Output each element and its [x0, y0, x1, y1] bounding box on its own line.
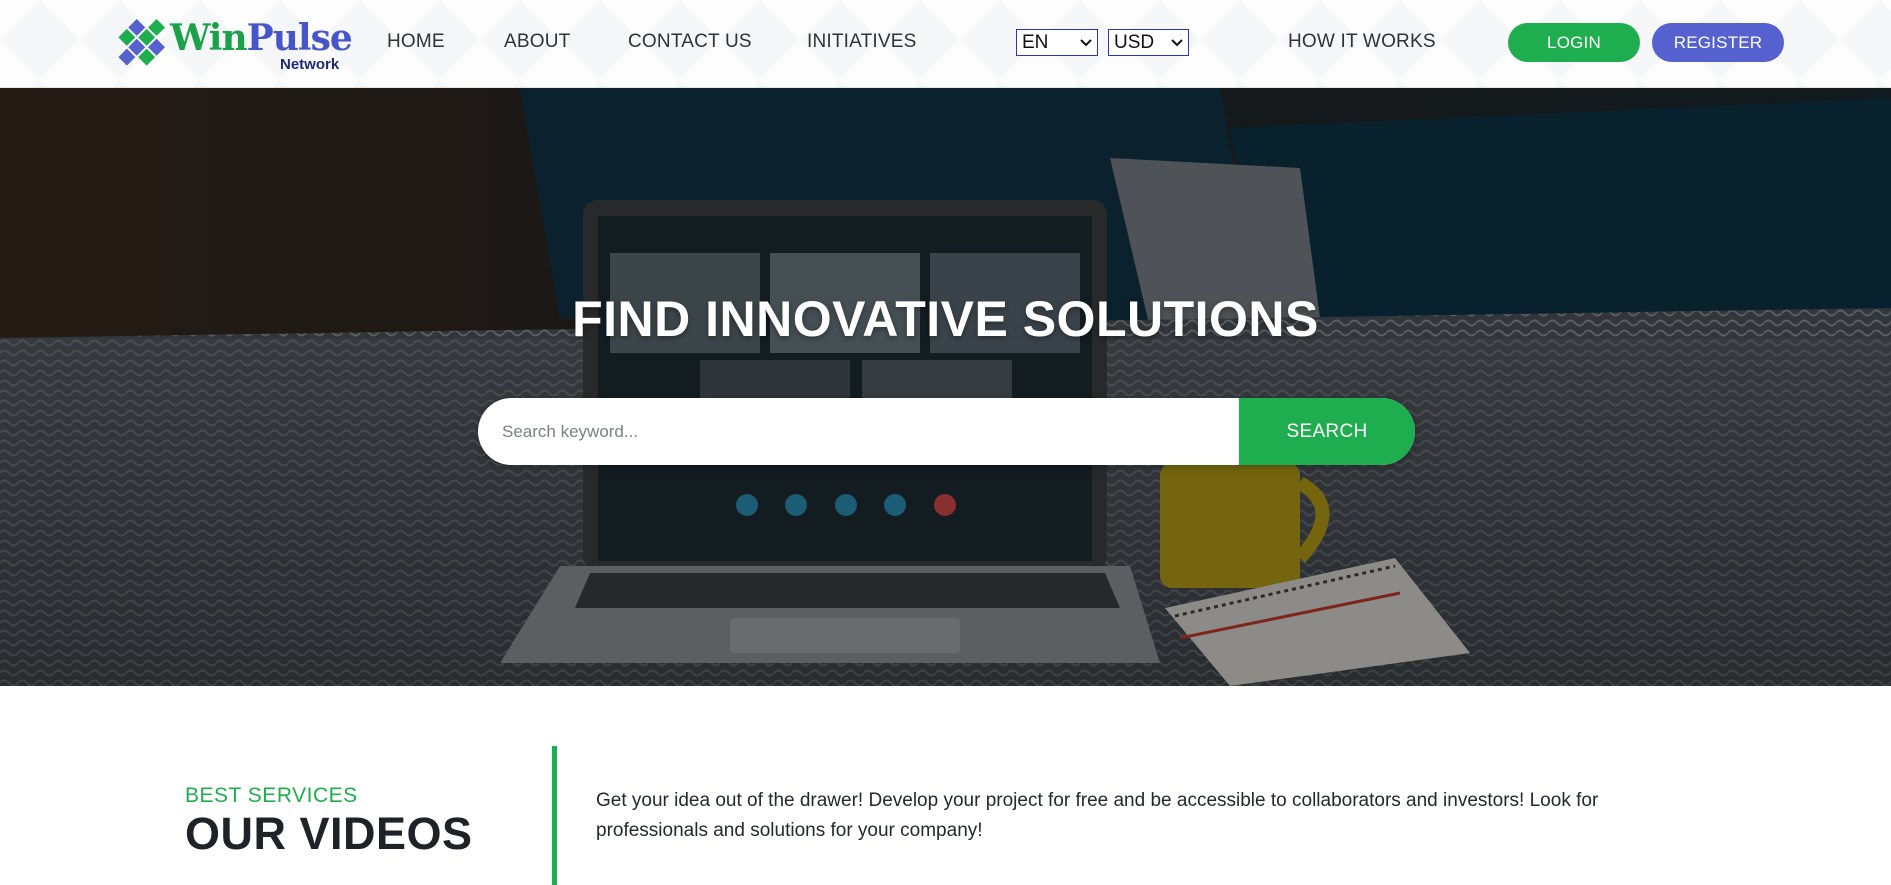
language-select-value: EN: [1022, 32, 1049, 53]
nav-contact-link[interactable]: CONTACT US: [628, 31, 752, 53]
search-input[interactable]: [478, 398, 1239, 465]
hero-search-bar: SEARCH: [478, 398, 1415, 465]
nav-how-it-works-link[interactable]: HOW IT WORKS: [1288, 31, 1436, 53]
login-button[interactable]: LOGIN: [1508, 23, 1640, 62]
services-title: OUR VIDEOS: [185, 808, 473, 859]
search-button[interactable]: SEARCH: [1239, 398, 1415, 465]
hero-banner: FIND INNOVATIVE SOLUTIONS SEARCH: [0, 88, 1891, 686]
nav-about-link[interactable]: ABOUT: [504, 31, 570, 53]
site-header: WinPulse Network HOME ABOUT CONTACT US I…: [0, 0, 1891, 88]
services-kicker: BEST SERVICES: [185, 784, 358, 807]
chevron-down-icon: [1080, 39, 1092, 47]
language-select[interactable]: EN: [1016, 29, 1098, 56]
brand-logo[interactable]: WinPulse Network: [110, 12, 353, 74]
hero-dark-overlay: [0, 88, 1891, 686]
services-divider: [552, 746, 557, 885]
currency-select-value: USD: [1114, 32, 1155, 53]
nav-home-link[interactable]: HOME: [387, 31, 445, 53]
services-description: Get your idea out of the drawer! Develop…: [596, 790, 1599, 841]
register-button[interactable]: REGISTER: [1652, 23, 1784, 62]
logo-diamond-icon: [118, 18, 166, 66]
nav-initiatives-link[interactable]: INITIATIVES: [807, 31, 917, 53]
logo-subtitle: Network: [280, 56, 340, 73]
hero-title: FIND INNOVATIVE SOLUTIONS: [572, 291, 1319, 347]
chevron-down-icon: [1171, 39, 1183, 47]
logo-wordmark: WinPulse: [170, 17, 353, 59]
currency-select[interactable]: USD: [1108, 29, 1189, 56]
